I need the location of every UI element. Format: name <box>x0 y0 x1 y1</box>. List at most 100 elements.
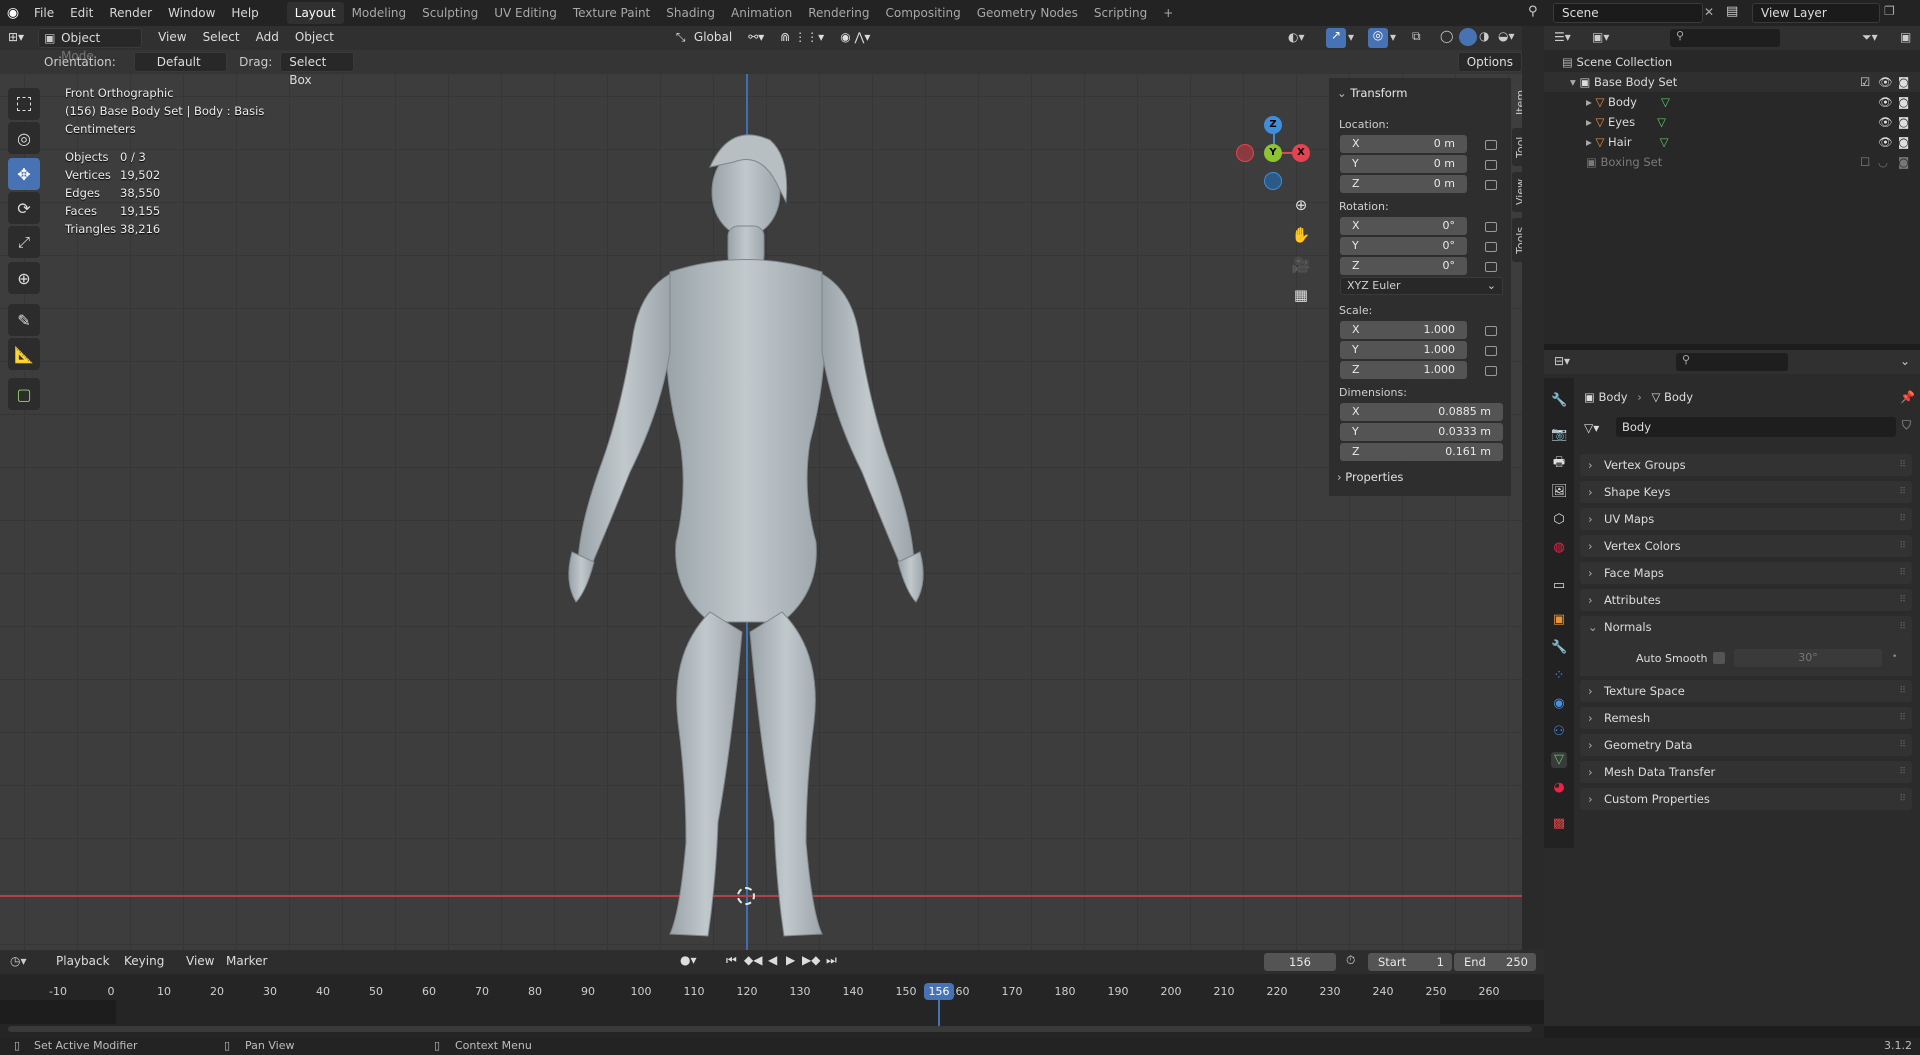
drag-grip-icon[interactable]: ⠿ <box>1899 788 1906 810</box>
menu-keying[interactable]: Keying <box>116 952 172 972</box>
select-box-tool[interactable] <box>8 88 40 120</box>
mesh-name-field[interactable]: Body <box>1616 417 1896 437</box>
shading-solid-icon[interactable] <box>1459 28 1477 46</box>
play-reverse-icon[interactable]: ◀ <box>768 953 777 967</box>
camera-render-icon[interactable]: ◙ <box>1898 132 1909 152</box>
proportional-icon[interactable]: ◉ ⋀▾ <box>832 28 878 48</box>
auto-smooth-angle-field[interactable]: 30° <box>1734 649 1882 667</box>
camera-icon[interactable]: 🎥 <box>1290 254 1312 276</box>
scale-tool[interactable]: ⤢ <box>8 226 40 258</box>
lock-icon[interactable] <box>1485 160 1497 170</box>
menu-view[interactable]: View <box>178 952 222 972</box>
lock-icon[interactable] <box>1485 180 1497 190</box>
blender-logo-icon[interactable]: ◉ <box>0 5 26 21</box>
tool-properties-icon[interactable]: 🔧 <box>1551 393 1567 409</box>
eye-icon[interactable]: 👁 <box>1878 72 1893 92</box>
properties-subpanel[interactable]: › Properties <box>1337 470 1403 484</box>
lock-icon[interactable] <box>1485 242 1497 252</box>
outliner-item-eyes[interactable]: ▸ ▽ Eyes ▽ 👁 ◙ <box>1544 112 1920 132</box>
panel-texture-space[interactable]: › Texture Space ⠿ <box>1580 680 1912 702</box>
panel-normals[interactable]: ⌄ Normals ⠿ <box>1580 616 1912 638</box>
gizmo-y[interactable]: Y <box>1264 144 1282 162</box>
menu-playback[interactable]: Playback <box>48 952 118 972</box>
data-properties-icon[interactable]: ▽ <box>1551 752 1567 768</box>
menu-view[interactable]: View <box>150 28 194 48</box>
tab-layout[interactable]: Layout <box>286 2 344 24</box>
lock-icon[interactable] <box>1485 140 1497 150</box>
lock-icon[interactable] <box>1485 326 1497 336</box>
panel-shape-keys[interactable]: › Shape Keys ⠿ <box>1580 481 1912 503</box>
tab-uv-editing[interactable]: UV Editing <box>486 2 565 24</box>
menu-select[interactable]: Select <box>195 28 248 48</box>
transform-tool[interactable]: ⊕ <box>8 262 40 294</box>
cursor-tool[interactable]: ◎ <box>8 122 40 154</box>
panel-attributes[interactable]: › Attributes ⠿ <box>1580 589 1912 611</box>
outliner-item-body[interactable]: ▸ ▽ Body ▽ 👁 ◙ <box>1544 92 1920 112</box>
shading-wireframe-icon[interactable]: ◯ <box>1440 29 1453 43</box>
rotation-mode-dropdown[interactable]: XYZ Euler ⌄ <box>1340 277 1503 295</box>
3d-viewport[interactable]: ⊞▾ ▣ Object Mode View Select Add Object … <box>0 26 1522 950</box>
location-x[interactable]: X0 m <box>1340 135 1467 153</box>
new-layer-icon[interactable]: ❐ <box>1884 4 1895 18</box>
eye-hidden-icon[interactable]: ◡ <box>1878 152 1888 172</box>
tab-tool[interactable]: Tool <box>1512 128 1522 166</box>
visibility-icon[interactable]: ◐▾ <box>1288 30 1305 44</box>
navigation-gizmo[interactable]: Z X Y <box>1236 116 1316 196</box>
drag-grip-icon[interactable]: ⠿ <box>1899 616 1906 638</box>
next-keyframe-icon[interactable]: ▶◆ <box>802 953 820 967</box>
outliner-search-input[interactable]: ⚲ <box>1670 29 1780 47</box>
character-mesh[interactable] <box>520 122 980 946</box>
overlay-dropdown-icon[interactable]: ▾ <box>1390 30 1396 44</box>
play-icon[interactable]: ▶ <box>786 953 795 967</box>
lock-icon[interactable] <box>1485 366 1497 376</box>
prev-keyframe-icon[interactable]: ◆◀ <box>744 953 762 967</box>
annotate-tool[interactable]: ✎ <box>8 304 40 336</box>
gizmo-toggle-icon[interactable]: ↗ <box>1326 28 1346 48</box>
scale-y[interactable]: Y 1.000 <box>1340 341 1467 359</box>
panel-vertex-groups[interactable]: › Vertex Groups ⠿ <box>1580 454 1912 476</box>
scale-x[interactable]: X 1.000 <box>1340 321 1467 339</box>
rotation-z[interactable]: Z 0° <box>1340 257 1467 275</box>
rotation-y[interactable]: Y 0° <box>1340 237 1467 255</box>
scene-selector[interactable]: Scene <box>1553 3 1703 23</box>
drag-dropdown[interactable]: Select Box <box>280 52 354 87</box>
orientation-dropdown[interactable]: Default <box>133 52 228 72</box>
ortho-grid-icon[interactable]: ▦ <box>1290 284 1312 306</box>
panel-vertex-colors[interactable]: › Vertex Colors ⠿ <box>1580 535 1912 557</box>
outliner-item-boxing-set[interactable]: ▣ Boxing Set ☐ ◡ ◙ <box>1544 152 1920 172</box>
tab-modeling[interactable]: Modeling <box>344 2 415 24</box>
options-dropdown[interactable]: Options <box>1457 52 1522 72</box>
gizmo-neg-x[interactable] <box>1236 144 1254 162</box>
add-cube-tool[interactable]: ▢ <box>8 378 40 410</box>
jump-end-icon[interactable]: ⏭ <box>826 953 837 968</box>
rotation-x[interactable]: X 0° <box>1340 217 1467 235</box>
scene-icon[interactable]: ⚲ <box>1528 4 1538 19</box>
transform-orientation[interactable]: ⤡ Global <box>672 28 740 48</box>
drag-grip-icon[interactable]: ⠿ <box>1899 707 1906 729</box>
drag-grip-icon[interactable]: ⠿ <box>1899 481 1906 503</box>
gizmo-neg-z[interactable] <box>1264 172 1282 190</box>
menu-help[interactable]: Help <box>223 2 266 24</box>
dimensions-y[interactable]: Y 0.0333 m <box>1340 423 1503 441</box>
material-properties-icon[interactable]: ◕ <box>1551 780 1567 796</box>
playhead-frame-badge[interactable]: 156 <box>924 983 954 1000</box>
auto-smooth-checkbox[interactable] <box>1713 652 1725 664</box>
drag-grip-icon[interactable]: ⠿ <box>1899 589 1906 611</box>
mode-selector[interactable]: ▣ Object Mode <box>38 28 143 63</box>
3d-cursor[interactable] <box>737 887 755 905</box>
dimensions-z[interactable]: Z 0.161 m <box>1340 443 1503 461</box>
display-mode-icon[interactable]: ▣▾ <box>1592 30 1609 44</box>
modifier-properties-icon[interactable]: 🔧 <box>1551 640 1567 656</box>
checkbox-icon[interactable]: ☐ <box>1860 152 1870 172</box>
outliner-item-hair[interactable]: ▸ ▽ Hair ▽ 👁 ◙ <box>1544 132 1920 152</box>
editor-type-icon[interactable]: ⊟▾ <box>1554 354 1570 368</box>
eye-icon[interactable]: 👁 <box>1878 92 1893 112</box>
new-collection-icon[interactable]: ▣ <box>1900 30 1911 44</box>
menu-edit[interactable]: Edit <box>62 2 101 24</box>
object-properties-icon[interactable]: ▣ <box>1551 612 1567 628</box>
drag-grip-icon[interactable]: ⠿ <box>1899 562 1906 584</box>
view-layer-icon[interactable]: ▤ <box>1726 4 1738 19</box>
tab-animation[interactable]: Animation <box>723 2 800 24</box>
zoom-icon[interactable]: ⊕ <box>1290 194 1312 216</box>
mesh-data-icon[interactable]: ▽▾ <box>1584 421 1599 435</box>
